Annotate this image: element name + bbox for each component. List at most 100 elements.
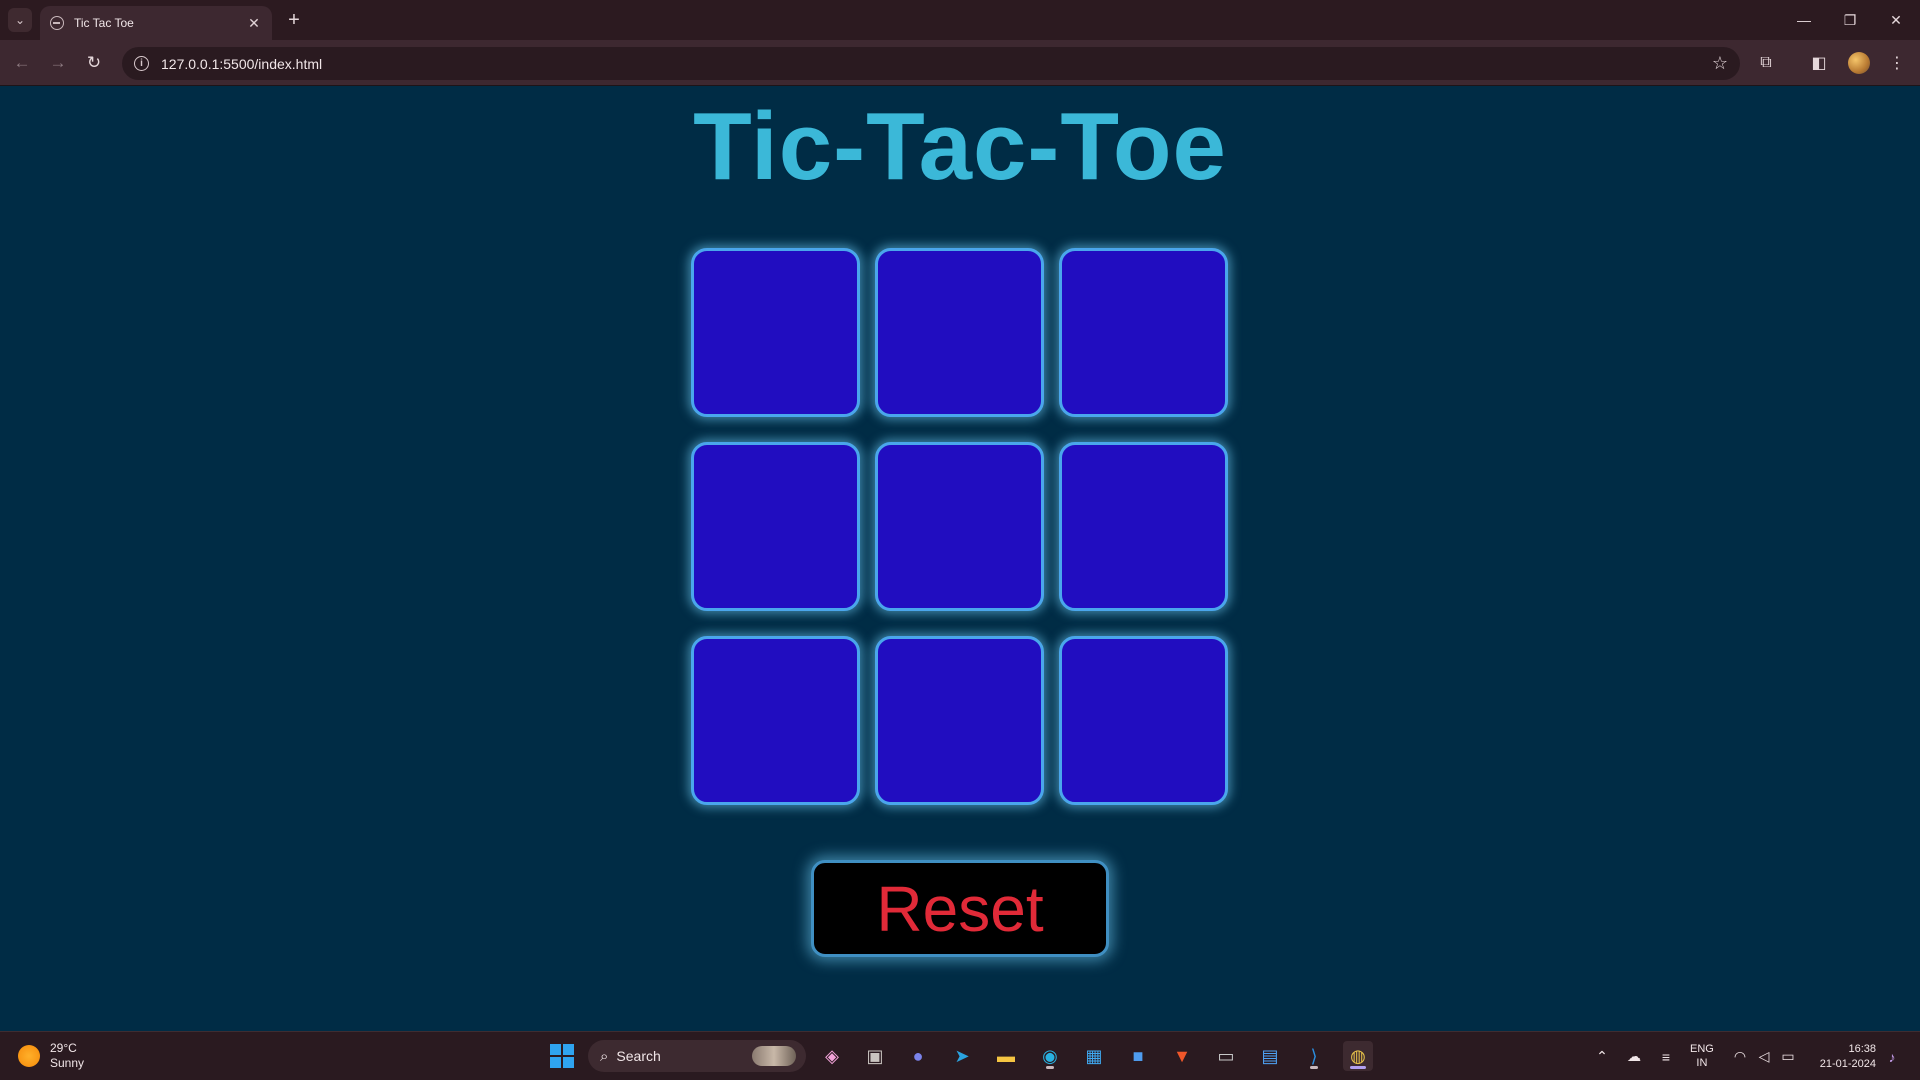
speaker-icon: ◁	[1758, 1048, 1770, 1064]
taskbar-app-teams[interactable]: ●	[903, 1041, 933, 1071]
bookmark-star-icon[interactable]: ☆	[1712, 53, 1728, 74]
board-cell-2[interactable]	[875, 248, 1044, 417]
board-cell-3[interactable]	[1059, 248, 1228, 417]
battery-status[interactable]: ▭	[1778, 1032, 1798, 1080]
chat-icon: ●	[912, 1045, 924, 1066]
taskbar-app-store[interactable]: ▦	[1079, 1041, 1109, 1071]
address-bar[interactable]: i 127.0.0.1:5500/index.html ☆	[122, 47, 1740, 80]
taskbar-app-mysql[interactable]: ■	[1123, 1041, 1153, 1071]
kebab-menu-icon: ⋮	[1889, 55, 1905, 72]
taskbar-clock[interactable]: 16:38 21-01-2024	[1812, 1042, 1876, 1072]
show-hidden-icons-button[interactable]: ⌃	[1592, 1032, 1612, 1080]
tab-search-button[interactable]: ⌄	[8, 8, 32, 32]
language-indicator[interactable]: ENG IN	[1690, 1042, 1714, 1070]
side-panel-icon: ◧	[1811, 55, 1827, 72]
folder-icon: ▬	[997, 1045, 1015, 1066]
taskbar-app-terminal[interactable]: ▭	[1211, 1041, 1241, 1071]
minimize-icon: —	[1797, 12, 1811, 28]
back-button[interactable]: ←	[8, 49, 36, 77]
board-cell-1[interactable]	[691, 248, 860, 417]
taskbar-app-edge[interactable]: ◉	[1035, 1041, 1065, 1071]
close-icon: ✕	[1890, 11, 1902, 28]
clock-date: 21-01-2024	[1819, 1058, 1876, 1070]
battery-icon: ▭	[1781, 1048, 1795, 1064]
wifi-icon: ◠	[1733, 1048, 1747, 1064]
edge-icon: ◉	[1042, 1045, 1058, 1066]
browser-toolbar: ← → ↻ i 127.0.0.1:5500/index.html ☆ ⧉ ◧ …	[0, 40, 1920, 86]
weather-condition: Sunny	[50, 1056, 85, 1070]
taskbar-app-copilot[interactable]: ◈	[817, 1041, 847, 1071]
search-label: Search	[616, 1048, 661, 1064]
forward-arrow-icon: →	[49, 53, 67, 72]
input-indicator[interactable]: ≡	[1654, 1032, 1678, 1080]
chevron-down-icon: ⌄	[14, 13, 26, 27]
running-indicator	[1310, 1066, 1318, 1069]
cloud-offline-icon: ☁	[1627, 1048, 1641, 1064]
vscode-icon: ⟩	[1310, 1045, 1318, 1066]
chrome-icon: ◍	[1350, 1045, 1366, 1066]
profile-avatar[interactable]	[1848, 52, 1870, 74]
browser-menu-button[interactable]: ⋮	[1884, 50, 1910, 76]
taskbar-app-telegram[interactable]: ➤	[947, 1041, 977, 1071]
taskbar-app-notepad[interactable]: ▤	[1255, 1041, 1285, 1071]
volume-status[interactable]: ◁	[1754, 1032, 1774, 1080]
reset-button[interactable]: Reset	[811, 860, 1109, 957]
reload-button[interactable]: ↻	[80, 49, 108, 77]
taskbar-app-file-explorer[interactable]: ▬	[991, 1041, 1021, 1071]
bell-icon: ♪	[1888, 1048, 1896, 1065]
search-highlight-image	[752, 1046, 796, 1066]
back-arrow-icon: ←	[13, 53, 31, 72]
window-close-button[interactable]: ✕	[1874, 6, 1918, 34]
language-region: IN	[1696, 1057, 1708, 1069]
active-indicator	[1350, 1066, 1366, 1069]
taskbar: 29°C Sunny ⌕ Search ◈ ▣ ● ➤ ▬ ◉ ▦ ■ ▼ ▭ …	[0, 1031, 1920, 1080]
board-cell-9[interactable]	[1059, 636, 1228, 805]
taskbar-app-vscode[interactable]: ⟩	[1299, 1041, 1329, 1071]
taskbar-app-brave[interactable]: ▼	[1167, 1041, 1197, 1071]
taskbar-search[interactable]: ⌕ Search	[588, 1040, 806, 1072]
taskbar-app-task-view[interactable]: ▣	[860, 1041, 890, 1071]
tab-title: Tic Tac Toe	[74, 16, 134, 30]
board-cell-6[interactable]	[1059, 442, 1228, 611]
reload-icon: ↻	[86, 53, 102, 72]
chevron-up-icon: ⌃	[1596, 1048, 1608, 1064]
database-icon: ■	[1132, 1045, 1144, 1066]
clock-time: 16:38	[1848, 1043, 1876, 1055]
search-icon: ⌕	[600, 1047, 609, 1065]
taskbar-app-chrome[interactable]: ◍	[1343, 1041, 1373, 1071]
site-info-icon[interactable]: i	[134, 56, 149, 71]
board-cell-8[interactable]	[875, 636, 1044, 805]
side-panel-button[interactable]: ◧	[1806, 50, 1832, 76]
restore-icon: ❐	[1843, 11, 1857, 28]
start-button[interactable]	[547, 1041, 577, 1071]
brave-lion-icon: ▼	[1173, 1045, 1191, 1066]
onedrive-status[interactable]: ☁	[1622, 1032, 1646, 1080]
extensions-button[interactable]: ⧉	[1753, 50, 1779, 76]
new-tab-button[interactable]: +	[282, 8, 306, 32]
game-title: Tic-Tac-Toe	[693, 93, 1227, 200]
board-cell-4[interactable]	[691, 442, 860, 611]
terminal-icon: ▭	[1217, 1045, 1235, 1066]
forward-button[interactable]: →	[44, 49, 72, 77]
store-icon: ▦	[1085, 1045, 1103, 1066]
browser-tab[interactable]: Tic Tac Toe ✕	[40, 6, 272, 40]
running-indicator	[1046, 1066, 1054, 1069]
task-view-icon: ▣	[866, 1045, 884, 1066]
browser-tab-bar: ⌄ Tic Tac Toe ✕ + — ❐ ✕	[0, 0, 1920, 40]
notepad-icon: ▤	[1261, 1045, 1279, 1066]
pen-menu-icon: ≡	[1661, 1048, 1671, 1065]
telegram-icon: ➤	[954, 1045, 970, 1066]
url-text: 127.0.0.1:5500/index.html	[161, 55, 323, 72]
weather-widget[interactable]: 29°C Sunny	[18, 1041, 84, 1071]
close-icon[interactable]: ✕	[246, 15, 262, 31]
puzzle-icon: ⧉	[1760, 54, 1772, 71]
minimize-button[interactable]: —	[1782, 6, 1826, 34]
board-cell-5[interactable]	[875, 442, 1044, 611]
notifications-button[interactable]: ♪	[1882, 1032, 1902, 1080]
windows-logo-icon	[550, 1044, 574, 1068]
restore-button[interactable]: ❐	[1828, 6, 1872, 34]
wifi-status[interactable]: ◠	[1730, 1032, 1750, 1080]
weather-temperature: 29°C	[50, 1041, 77, 1055]
globe-icon	[50, 16, 64, 30]
board-cell-7[interactable]	[691, 636, 860, 805]
